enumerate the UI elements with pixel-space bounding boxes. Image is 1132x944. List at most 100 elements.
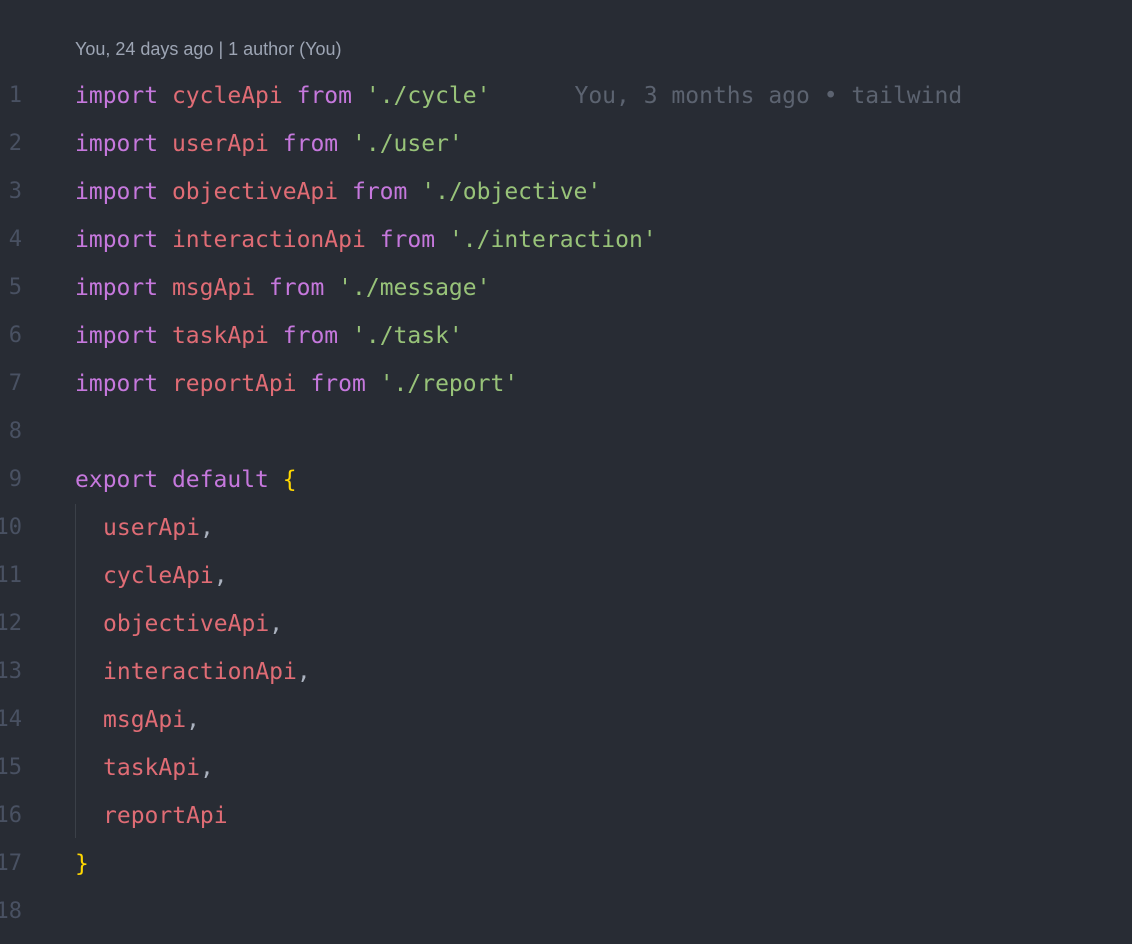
- string-literal: './task': [352, 323, 463, 349]
- keyword: import: [75, 227, 159, 253]
- comma: ,: [199, 755, 214, 781]
- open-brace: {: [282, 467, 297, 493]
- keyword: from: [282, 131, 339, 157]
- keyword: import: [75, 179, 159, 205]
- code-line[interactable]: 4 import interactionApi from './interact…: [0, 216, 1132, 264]
- identifier: objectiveApi: [103, 611, 270, 637]
- string-literal: './report': [379, 371, 519, 397]
- keyword: import: [75, 323, 159, 349]
- keyword: from: [351, 179, 408, 205]
- keyword: export: [75, 467, 159, 493]
- identifier: reportApi: [171, 371, 297, 397]
- code-text: cycleApi,: [75, 552, 228, 600]
- keyword: from: [310, 371, 366, 397]
- comma: ,: [296, 659, 311, 685]
- code-text: interactionApi,: [75, 648, 311, 696]
- code-editor[interactable]: You, 24 days ago | 1 author (You) 1 impo…: [0, 0, 1132, 944]
- identifier: taskApi: [171, 323, 269, 349]
- identifier: msgApi: [171, 275, 256, 301]
- inline-blame: You, 3 months ago • tailwind: [574, 83, 963, 109]
- line-number: 6: [8, 323, 22, 348]
- comma: ,: [213, 563, 228, 589]
- code-text: taskApi,: [75, 744, 214, 792]
- code-line[interactable]: 12 objectiveApi,: [0, 600, 1132, 648]
- line-number: 1: [8, 83, 22, 108]
- line-number: 2: [8, 131, 22, 156]
- line-number: 11: [0, 563, 22, 588]
- code-text: userApi,: [75, 504, 214, 552]
- keyword: default: [171, 467, 269, 493]
- code-line[interactable]: 3 import objectiveApi from './objective': [0, 168, 1132, 216]
- line-number: 5: [8, 275, 22, 300]
- code-line[interactable]: 9 export default {: [0, 456, 1132, 504]
- code-text: import reportApi from './report': [75, 360, 518, 408]
- line-number: 13: [0, 659, 22, 684]
- code-line[interactable]: 18: [0, 888, 1132, 936]
- line-number: 10: [0, 515, 22, 540]
- code-line[interactable]: 11 cycleApi,: [0, 552, 1132, 600]
- keyword: from: [282, 323, 339, 349]
- keyword: from: [268, 275, 325, 301]
- line-number: 9: [8, 467, 22, 492]
- identifier: interactionApi: [103, 659, 297, 685]
- code-line[interactable]: 15 taskApi,: [0, 744, 1132, 792]
- line-number: 3: [8, 179, 22, 204]
- code-line[interactable]: 14 msgApi,: [0, 696, 1132, 744]
- string-literal: './cycle': [365, 83, 491, 109]
- code-text: export default {: [75, 456, 297, 504]
- identifier: userApi: [103, 515, 200, 541]
- identifier: reportApi: [103, 803, 228, 829]
- code-line[interactable]: 17 }: [0, 840, 1132, 888]
- keyword: from: [296, 83, 352, 109]
- comma: ,: [199, 515, 214, 541]
- line-number: 14: [0, 707, 22, 732]
- line-number: 8: [8, 419, 22, 444]
- line-number: 17: [0, 851, 22, 876]
- code-line[interactable]: 2 import userApi from './user': [0, 120, 1132, 168]
- code-text: }: [75, 840, 89, 888]
- code-text: import taskApi from './task': [75, 312, 463, 360]
- identifier: cycleApi: [103, 563, 214, 589]
- codelens-author-info[interactable]: You, 24 days ago | 1 author (You): [75, 36, 342, 62]
- code-text: import objectiveApi from './objective': [75, 168, 601, 216]
- string-literal: './user': [352, 131, 463, 157]
- code-line[interactable]: 8: [0, 408, 1132, 456]
- code-line[interactable]: 6 import taskApi from './task': [0, 312, 1132, 360]
- identifier: cycleApi: [171, 83, 283, 109]
- code-line[interactable]: 1 import cycleApi from './cycle' You, 3 m…: [0, 72, 1132, 120]
- line-number: 16: [0, 803, 22, 828]
- code-line[interactable]: 5 import msgApi from './message': [0, 264, 1132, 312]
- comma: ,: [269, 611, 284, 637]
- string-literal: './interaction': [448, 227, 657, 253]
- code-line[interactable]: 10 userApi,: [0, 504, 1132, 552]
- code-line[interactable]: 13 interactionApi,: [0, 648, 1132, 696]
- line-number: 12: [0, 611, 22, 636]
- line-number: 4: [8, 227, 22, 252]
- keyword: from: [379, 227, 436, 253]
- string-literal: './objective': [421, 179, 602, 205]
- identifier: userApi: [171, 131, 269, 157]
- code-line[interactable]: 7 import reportApi from './report': [0, 360, 1132, 408]
- keyword: import: [75, 83, 159, 109]
- code-text: msgApi,: [75, 696, 200, 744]
- close-brace: }: [75, 851, 89, 877]
- keyword: import: [75, 275, 159, 301]
- identifier: interactionApi: [171, 227, 366, 253]
- string-literal: './message': [338, 275, 491, 301]
- identifier: msgApi: [103, 707, 187, 733]
- line-number: 18: [0, 899, 22, 924]
- line-number: 7: [8, 371, 22, 396]
- code-text: import msgApi from './message': [75, 264, 490, 312]
- keyword: import: [75, 371, 159, 397]
- identifier: taskApi: [103, 755, 200, 781]
- code-text: import cycleApi from './cycle' You, 3 mon…: [75, 72, 962, 120]
- identifier: objectiveApi: [171, 179, 339, 205]
- comma: ,: [186, 707, 200, 733]
- keyword: import: [75, 131, 159, 157]
- code-line[interactable]: 16 reportApi: [0, 792, 1132, 840]
- code-text: objectiveApi,: [75, 600, 283, 648]
- line-number: 15: [0, 755, 22, 780]
- code-text: reportApi: [75, 792, 228, 840]
- code-text: import userApi from './user': [75, 120, 463, 168]
- code-text: import interactionApi from './interactio…: [75, 216, 657, 264]
